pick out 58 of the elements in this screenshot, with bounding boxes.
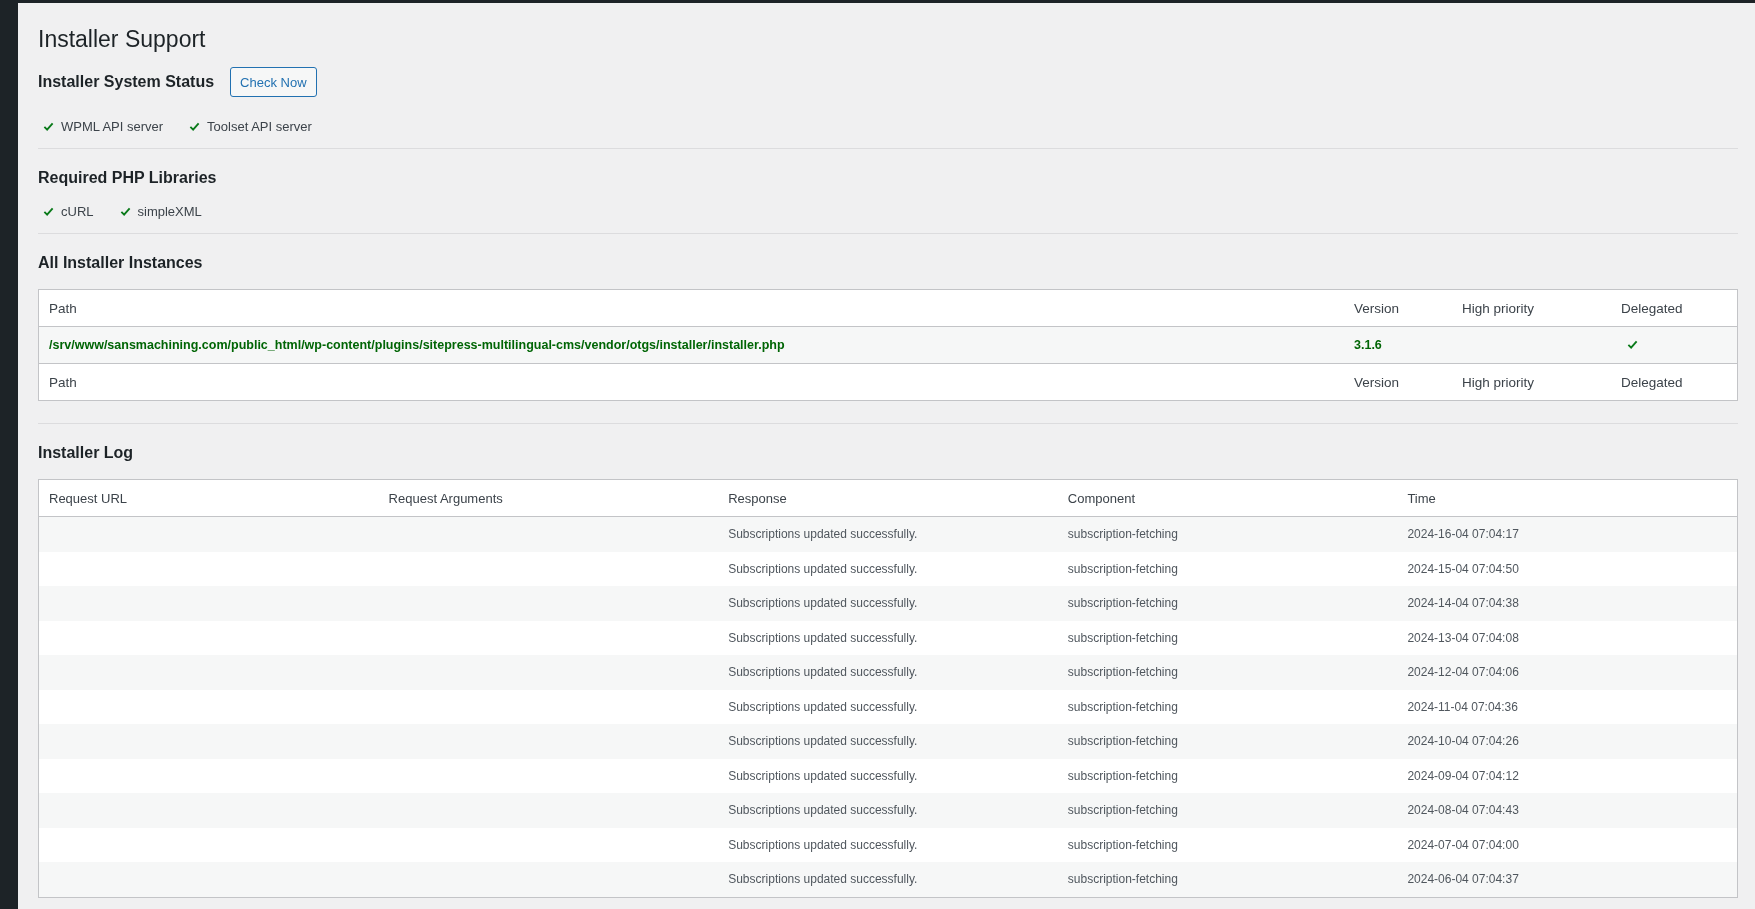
- column-footer: Path: [39, 374, 1344, 390]
- response-cell-text: Subscriptions updated successfully.: [727, 734, 919, 749]
- response-cell-text: Subscriptions updated successfully.: [727, 596, 919, 611]
- time-cell-text: 2024-13-04 07:04:08: [1406, 630, 1520, 645]
- time-cell-text: 2024-15-04 07:04:50: [1406, 561, 1520, 576]
- component-cell-text: subscription-fetching: [1066, 665, 1179, 680]
- time-cell-text: 2024-07-04 07:04:00: [1406, 837, 1520, 852]
- library-label: simpleXML: [137, 204, 202, 219]
- component-cell-text: subscription-fetching: [1066, 527, 1179, 542]
- version-cell-text: 3.1.6: [1353, 338, 1383, 352]
- component-cell-text: subscription-fetching: [1066, 596, 1179, 611]
- check-now-button[interactable]: Check Now: [230, 67, 317, 97]
- component-cell-text: subscription-fetching: [1066, 734, 1179, 749]
- time-cell-text: 2024-16-04 07:04:17: [1406, 527, 1520, 542]
- column-header: Response: [727, 490, 788, 506]
- time-cell-text: 2024-08-04 07:04:43: [1406, 803, 1520, 818]
- column-header: High priority: [1461, 300, 1536, 316]
- response-cell-text: Subscriptions updated successfully.: [727, 561, 919, 576]
- time-cell-text: 2024-14-04 07:04:38: [1406, 596, 1520, 611]
- status-label: Toolset API server: [207, 119, 312, 134]
- response-cell-text: Subscriptions updated successfully.: [727, 699, 919, 714]
- time-cell-text: 2024-09-04 07:04:12: [1406, 768, 1520, 783]
- response-cell-text: Subscriptions updated successfully.: [727, 527, 919, 542]
- time-cell-text: 2024-06-04 07:04:37: [1406, 872, 1520, 887]
- column-header: Request URL: [48, 490, 129, 506]
- column-footer: High priority: [1452, 374, 1611, 390]
- section-heading: Installer System Status: [38, 72, 215, 92]
- time-cell-text: 2024-12-04 07:04:06: [1406, 665, 1520, 680]
- library-label: cURL: [61, 204, 94, 219]
- column-footer: Version: [1344, 374, 1452, 390]
- column-header: Time: [1406, 490, 1437, 506]
- component-cell-text: subscription-fetching: [1066, 699, 1179, 714]
- response-cell-text: Subscriptions updated successfully.: [727, 837, 919, 852]
- column-header: Delegated: [1620, 300, 1684, 316]
- section-heading: All Installer Instances: [38, 253, 204, 273]
- time-cell-text: 2024-10-04 07:04:26: [1406, 734, 1520, 749]
- column-header: Version: [1353, 300, 1401, 316]
- section-heading: Required PHP Libraries: [38, 168, 218, 188]
- time-cell-text: 2024-11-04 07:04:36: [1406, 699, 1519, 714]
- response-cell-text: Subscriptions updated successfully.: [727, 872, 919, 887]
- response-cell-text: Subscriptions updated successfully.: [727, 665, 919, 680]
- response-cell-text: Subscriptions updated successfully.: [727, 803, 919, 818]
- component-cell-text: subscription-fetching: [1066, 768, 1179, 783]
- status-label: WPML API server: [61, 119, 164, 134]
- section-heading: Installer Log: [38, 443, 135, 463]
- page-title: Installer Support: [38, 25, 207, 54]
- component-cell-text: subscription-fetching: [1066, 803, 1179, 818]
- component-cell-text: subscription-fetching: [1066, 630, 1179, 645]
- path-cell-text: /srv/www/sansmachining.com/public_html/wp-content/plugins/sitepress-multilingual-cms/vendor/otgs/installer/installer.php: [48, 338, 786, 352]
- component-cell-text: subscription-fetching: [1066, 561, 1179, 576]
- response-cell-text: Subscriptions updated successfully.: [727, 630, 919, 645]
- response-cell-text: Subscriptions updated successfully.: [727, 768, 919, 783]
- column-header: Component: [1066, 490, 1136, 506]
- component-cell-text: subscription-fetching: [1066, 837, 1179, 852]
- column-footer: Delegated: [1611, 374, 1737, 390]
- column-header: Path: [48, 300, 78, 316]
- column-header: Request Arguments: [387, 490, 504, 506]
- component-cell-text: subscription-fetching: [1066, 872, 1179, 887]
